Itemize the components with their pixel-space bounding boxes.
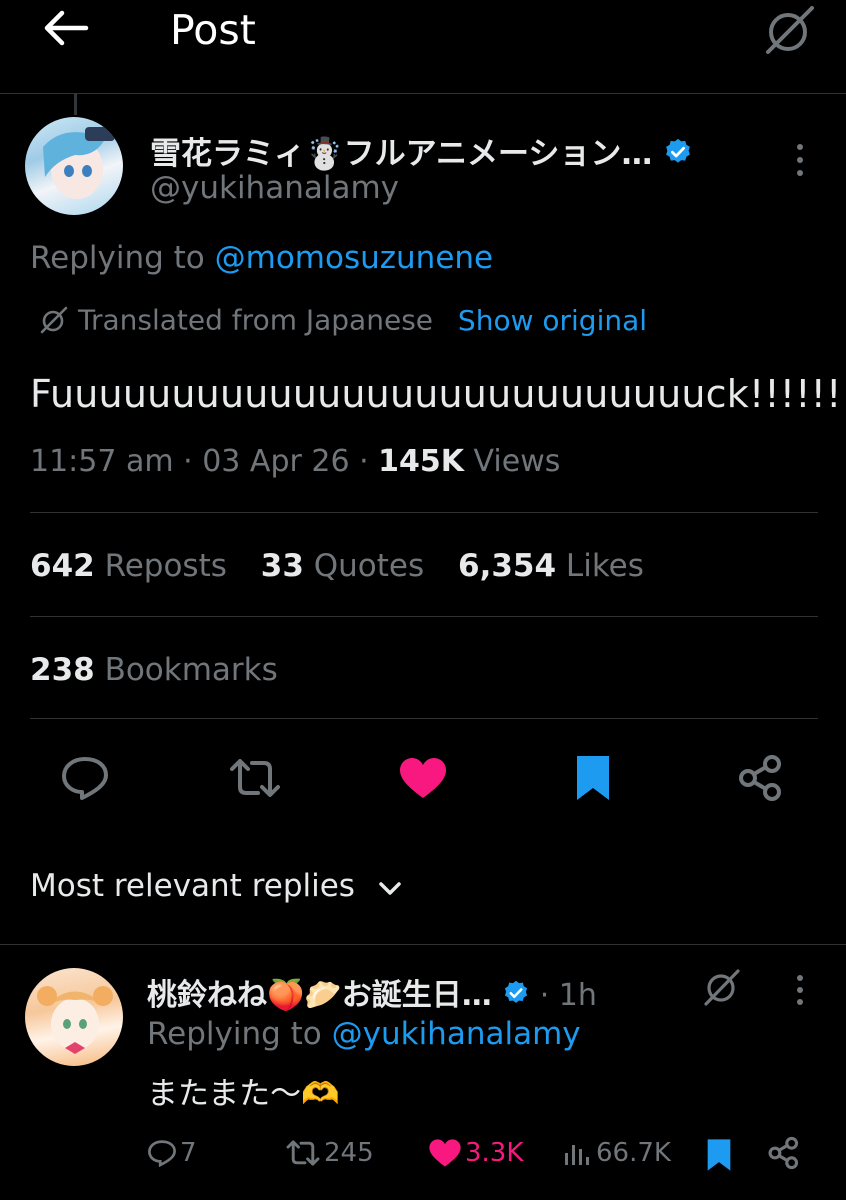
- grok-icon: [40, 306, 68, 334]
- quotes-stat[interactable]: 33 Quotes: [261, 548, 424, 584]
- share-icon: [768, 1136, 799, 1170]
- repost-button[interactable]: [228, 755, 282, 805]
- author-display-name[interactable]: 雪花ラミィ☃️フルアニメーション…: [150, 128, 693, 175]
- views-count: 145K: [378, 444, 465, 479]
- thread-line: [74, 93, 77, 115]
- replying-prefix: Replying to: [147, 1016, 332, 1052]
- quotes-label: Quotes: [303, 548, 425, 584]
- reply-button[interactable]: [60, 755, 110, 805]
- author-avatar[interactable]: [25, 117, 123, 215]
- translation-bar: Translated from Japanese Show original: [38, 302, 647, 337]
- replying-to-link[interactable]: @momosuzunene: [215, 240, 494, 276]
- replying-to: Replying to @momosuzunene: [30, 240, 493, 276]
- repost-icon: [230, 759, 280, 797]
- reply-icon: [148, 1140, 176, 1167]
- bookmark-button[interactable]: [575, 754, 611, 806]
- likes-label: Likes: [556, 548, 644, 584]
- divider: [30, 512, 818, 513]
- replies-sort-dropdown[interactable]: Most relevant replies: [30, 868, 403, 904]
- replying-to-link[interactable]: @yukihanalamy: [332, 1016, 581, 1052]
- post-meta: 11:57 am · 03 Apr 26 · 145K Views: [30, 444, 560, 479]
- back-arrow-icon: [44, 10, 89, 46]
- more-vertical-icon: [797, 144, 803, 176]
- post-text: Fuuuuuuuuuuuuuuuuuuuuuuuuuuuck!!!!!!: [30, 372, 842, 416]
- verified-badge-icon: [663, 137, 693, 175]
- reply-text: またまた〜🫶: [147, 1076, 340, 1112]
- reply-more-options-button[interactable]: [793, 972, 807, 1012]
- reply-likes-count: 3.3K: [465, 1138, 524, 1168]
- reply-replying-to: Replying to @yukihanalamy: [147, 1016, 581, 1052]
- grok-icon: [766, 6, 814, 54]
- author-handle[interactable]: @yukihanalamy: [150, 170, 399, 206]
- stats-row: 642 Reposts 33 Quotes 6,354 Likes: [30, 548, 644, 584]
- bookmarks-label: Bookmarks: [94, 652, 278, 688]
- reposts-stat[interactable]: 642 Reposts: [30, 548, 227, 584]
- like-button[interactable]: [398, 756, 448, 804]
- more-options-button[interactable]: [793, 140, 807, 180]
- reply-bookmark-button[interactable]: [706, 1138, 732, 1176]
- grok-button[interactable]: [700, 966, 744, 1012]
- share-button[interactable]: [738, 754, 784, 806]
- divider: [30, 718, 818, 719]
- share-icon: [739, 755, 781, 801]
- reply-repost-button[interactable]: 245: [285, 1138, 374, 1168]
- bookmarks-count: 238: [30, 652, 95, 688]
- bookmarks-stat[interactable]: 238 Bookmarks: [30, 652, 278, 688]
- reply-share-button[interactable]: [768, 1136, 800, 1174]
- reposts-label: Reposts: [94, 548, 227, 584]
- page-title: Post: [170, 6, 256, 54]
- views-icon: [565, 1145, 589, 1165]
- reply-views-count: 66.7K: [596, 1138, 671, 1168]
- reply-author-row: 桃鈴ねね🍑🥟お誕生日… · 1h: [147, 970, 597, 1015]
- header-divider: [0, 93, 846, 94]
- reply-timestamp[interactable]: · 1h: [530, 978, 597, 1013]
- avatar-art-image: [37, 986, 113, 1054]
- show-original-link[interactable]: Show original: [458, 304, 647, 337]
- likes-stat[interactable]: 6,354 Likes: [458, 548, 644, 584]
- grok-icon: [704, 969, 740, 1006]
- post-timestamp[interactable]: 11:57 am · 03 Apr 26 ·: [30, 444, 378, 479]
- chevron-down-icon: [379, 881, 401, 895]
- grok-button[interactable]: [760, 2, 820, 58]
- views-label: Views: [464, 444, 561, 479]
- avatar-art-image: [43, 127, 115, 199]
- back-button[interactable]: [40, 8, 90, 48]
- heart-icon: [400, 758, 446, 798]
- quotes-count: 33: [260, 548, 304, 584]
- repost-icon: [286, 1140, 320, 1166]
- reply-reposts-count: 245: [324, 1138, 374, 1168]
- replying-prefix: Replying to: [30, 240, 215, 276]
- verified-badge-icon: [502, 979, 530, 1015]
- replies-sort-label: Most relevant replies: [30, 868, 355, 904]
- more-vertical-icon: [797, 975, 803, 1005]
- bookmark-icon: [707, 1139, 731, 1171]
- reply-reply-button[interactable]: 7: [147, 1138, 197, 1168]
- divider: [0, 944, 846, 945]
- reply-like-button[interactable]: 3.3K: [428, 1138, 523, 1168]
- reply-author-avatar[interactable]: [25, 968, 123, 1066]
- author-name-text: 雪花ラミィ☃️フルアニメーション…: [150, 136, 653, 172]
- heart-icon: [429, 1139, 461, 1167]
- reply-replies-count: 7: [180, 1138, 197, 1168]
- likes-count: 6,354: [458, 548, 557, 584]
- divider: [30, 616, 818, 617]
- reposts-count: 642: [30, 548, 95, 584]
- reply-icon: [62, 757, 108, 800]
- reply-author-name[interactable]: 桃鈴ねね🍑🥟お誕生日…: [147, 978, 492, 1013]
- bookmark-icon: [577, 756, 609, 800]
- translated-label: Translated from Japanese: [78, 303, 434, 337]
- reply-views-button[interactable]: 66.7K: [563, 1138, 671, 1168]
